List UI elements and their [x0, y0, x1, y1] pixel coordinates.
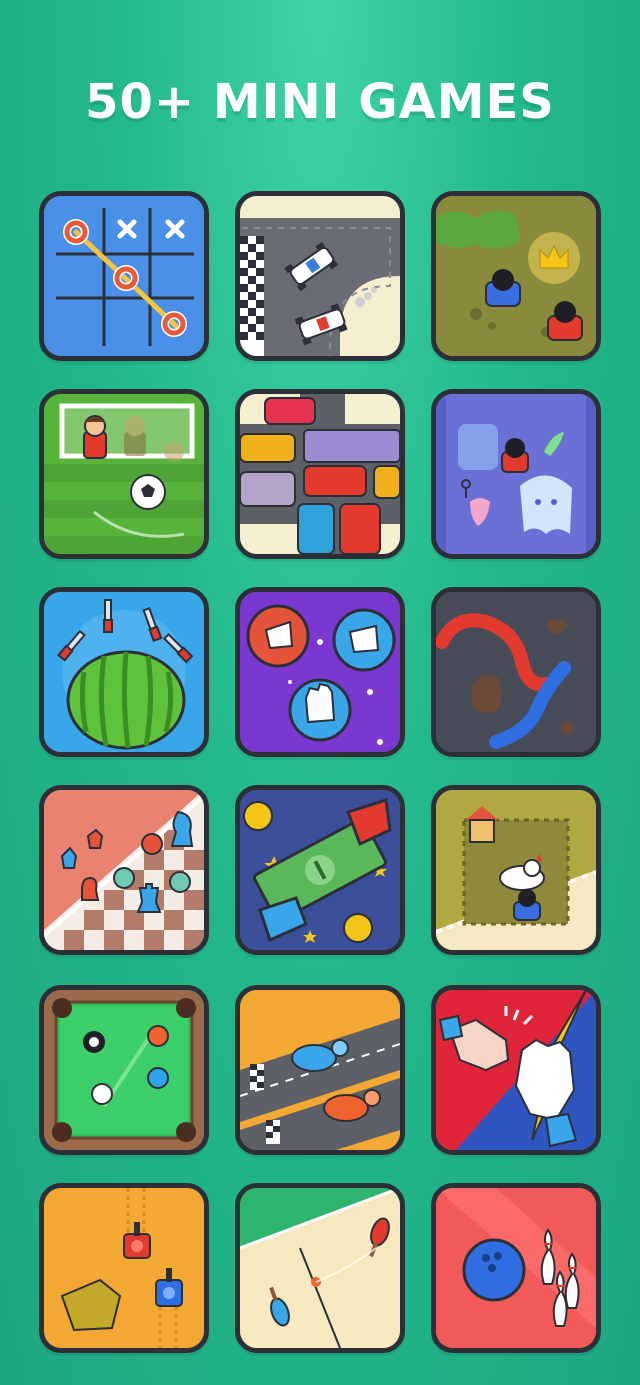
game-tile-traffic[interactable]: [235, 389, 405, 559]
ping-pong-icon: [240, 1188, 400, 1348]
game-tile-chess[interactable]: [39, 785, 209, 955]
crown-battle-icon: [436, 196, 596, 356]
money-grab-icon: [240, 790, 400, 950]
game-tile-money-grab[interactable]: [235, 785, 405, 955]
tank-battle-icon: [44, 1188, 204, 1348]
hand-slap-icon: [436, 990, 596, 1150]
snake-icon: [436, 592, 596, 752]
turtle-race-icon: [240, 990, 400, 1150]
game-tile-race-car[interactable]: [235, 191, 405, 361]
ghost-hunt-icon: [436, 394, 596, 554]
game-tile-crown-battle[interactable]: [431, 191, 601, 361]
tic-tac-toe-icon: [44, 196, 204, 356]
game-tile-ghost[interactable]: [431, 389, 601, 559]
traffic-jam-icon: [240, 394, 400, 554]
game-tile-billiards[interactable]: [39, 985, 209, 1155]
game-tile-snake[interactable]: [431, 587, 601, 757]
game-tile-turtle-race[interactable]: [235, 985, 405, 1155]
chess-checkers-icon: [44, 790, 204, 950]
game-tile-rock-paper-scissors[interactable]: [235, 587, 405, 757]
game-grid: [0, 0, 640, 1385]
race-car-icon: [240, 196, 400, 356]
bowling-icon: [436, 1188, 596, 1348]
game-tile-soccer[interactable]: [39, 389, 209, 559]
game-tile-watermelon[interactable]: [39, 587, 209, 757]
rock-paper-scissors-icon: [240, 592, 400, 752]
soccer-goal-icon: [44, 394, 204, 554]
chicken-chase-icon: [436, 790, 596, 950]
game-tile-tic-tac-toe[interactable]: [39, 191, 209, 361]
game-tile-hand-slap[interactable]: [431, 985, 601, 1155]
game-tile-bowling[interactable]: [431, 1183, 601, 1353]
watermelon-knife-icon: [44, 592, 204, 752]
game-tile-tank[interactable]: [39, 1183, 209, 1353]
game-tile-ping-pong[interactable]: [235, 1183, 405, 1353]
game-tile-chicken-chase[interactable]: [431, 785, 601, 955]
billiards-icon: [44, 990, 204, 1150]
